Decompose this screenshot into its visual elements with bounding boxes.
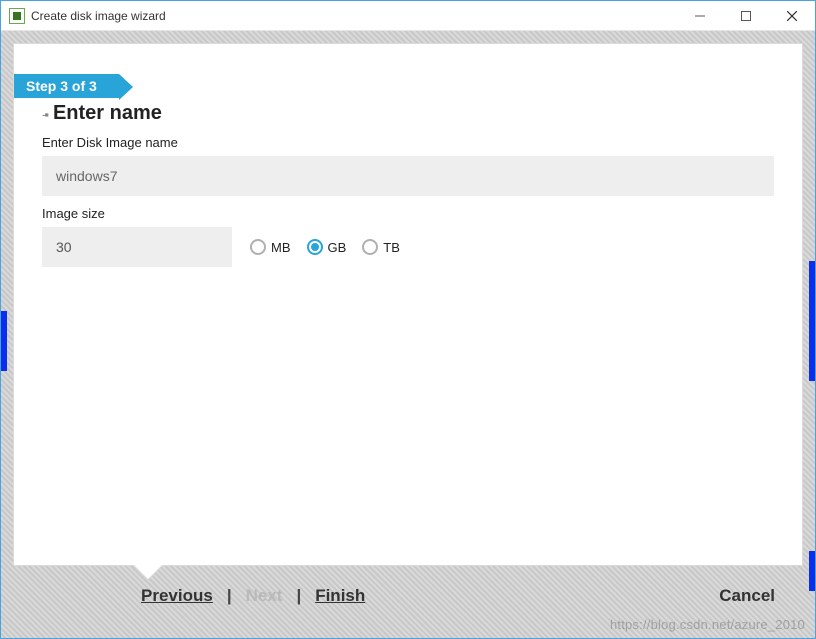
wizard-panel: Step 3 of 3 -▪ Enter name Enter Disk Ima… bbox=[13, 43, 803, 566]
radio-label: GB bbox=[328, 240, 347, 255]
unit-radio-group: MB GB TB bbox=[250, 239, 400, 255]
maximize-icon bbox=[741, 11, 751, 21]
section-title: Enter name bbox=[53, 102, 162, 125]
window: Create disk image wizard Step 3 of 3 bbox=[0, 0, 816, 639]
size-label: Image size bbox=[42, 206, 774, 221]
unit-radio-mb[interactable]: MB bbox=[250, 239, 291, 255]
step-ribbon: Step 3 of 3 bbox=[14, 74, 119, 98]
edge-decoration bbox=[809, 551, 815, 591]
edge-decoration bbox=[809, 261, 815, 381]
close-icon bbox=[787, 11, 797, 21]
window-controls bbox=[677, 1, 815, 31]
radio-icon bbox=[307, 239, 323, 255]
radio-label: MB bbox=[271, 240, 291, 255]
heading-bullet-icon: -▪ bbox=[42, 107, 47, 122]
window-title: Create disk image wizard bbox=[31, 9, 677, 23]
minimize-icon bbox=[695, 11, 705, 21]
nav-separator: | bbox=[227, 586, 232, 606]
titlebar: Create disk image wizard bbox=[1, 1, 815, 31]
wizard-footer: Previous | Next | Finish Cancel bbox=[13, 566, 803, 626]
name-label: Enter Disk Image name bbox=[42, 135, 774, 150]
size-row: MB GB TB bbox=[42, 227, 774, 267]
maximize-button[interactable] bbox=[723, 1, 769, 31]
app-icon bbox=[9, 8, 25, 24]
unit-radio-tb[interactable]: TB bbox=[362, 239, 400, 255]
previous-button[interactable]: Previous bbox=[141, 586, 213, 606]
close-button[interactable] bbox=[769, 1, 815, 31]
nav-left: Previous | Next | Finish bbox=[141, 586, 365, 606]
nav-separator: | bbox=[296, 586, 301, 606]
minimize-button[interactable] bbox=[677, 1, 723, 31]
section-heading: -▪ Enter name bbox=[42, 102, 774, 125]
radio-icon bbox=[362, 239, 378, 255]
client-area: Step 3 of 3 -▪ Enter name Enter Disk Ima… bbox=[1, 31, 815, 638]
radio-label: TB bbox=[383, 240, 400, 255]
unit-radio-gb[interactable]: GB bbox=[307, 239, 347, 255]
disk-image-name-input[interactable] bbox=[42, 156, 774, 196]
next-button: Next bbox=[246, 586, 283, 606]
image-size-input[interactable] bbox=[42, 227, 232, 267]
edge-decoration bbox=[1, 311, 7, 371]
radio-icon bbox=[250, 239, 266, 255]
cancel-button[interactable]: Cancel bbox=[719, 586, 775, 606]
finish-button[interactable]: Finish bbox=[315, 586, 365, 606]
